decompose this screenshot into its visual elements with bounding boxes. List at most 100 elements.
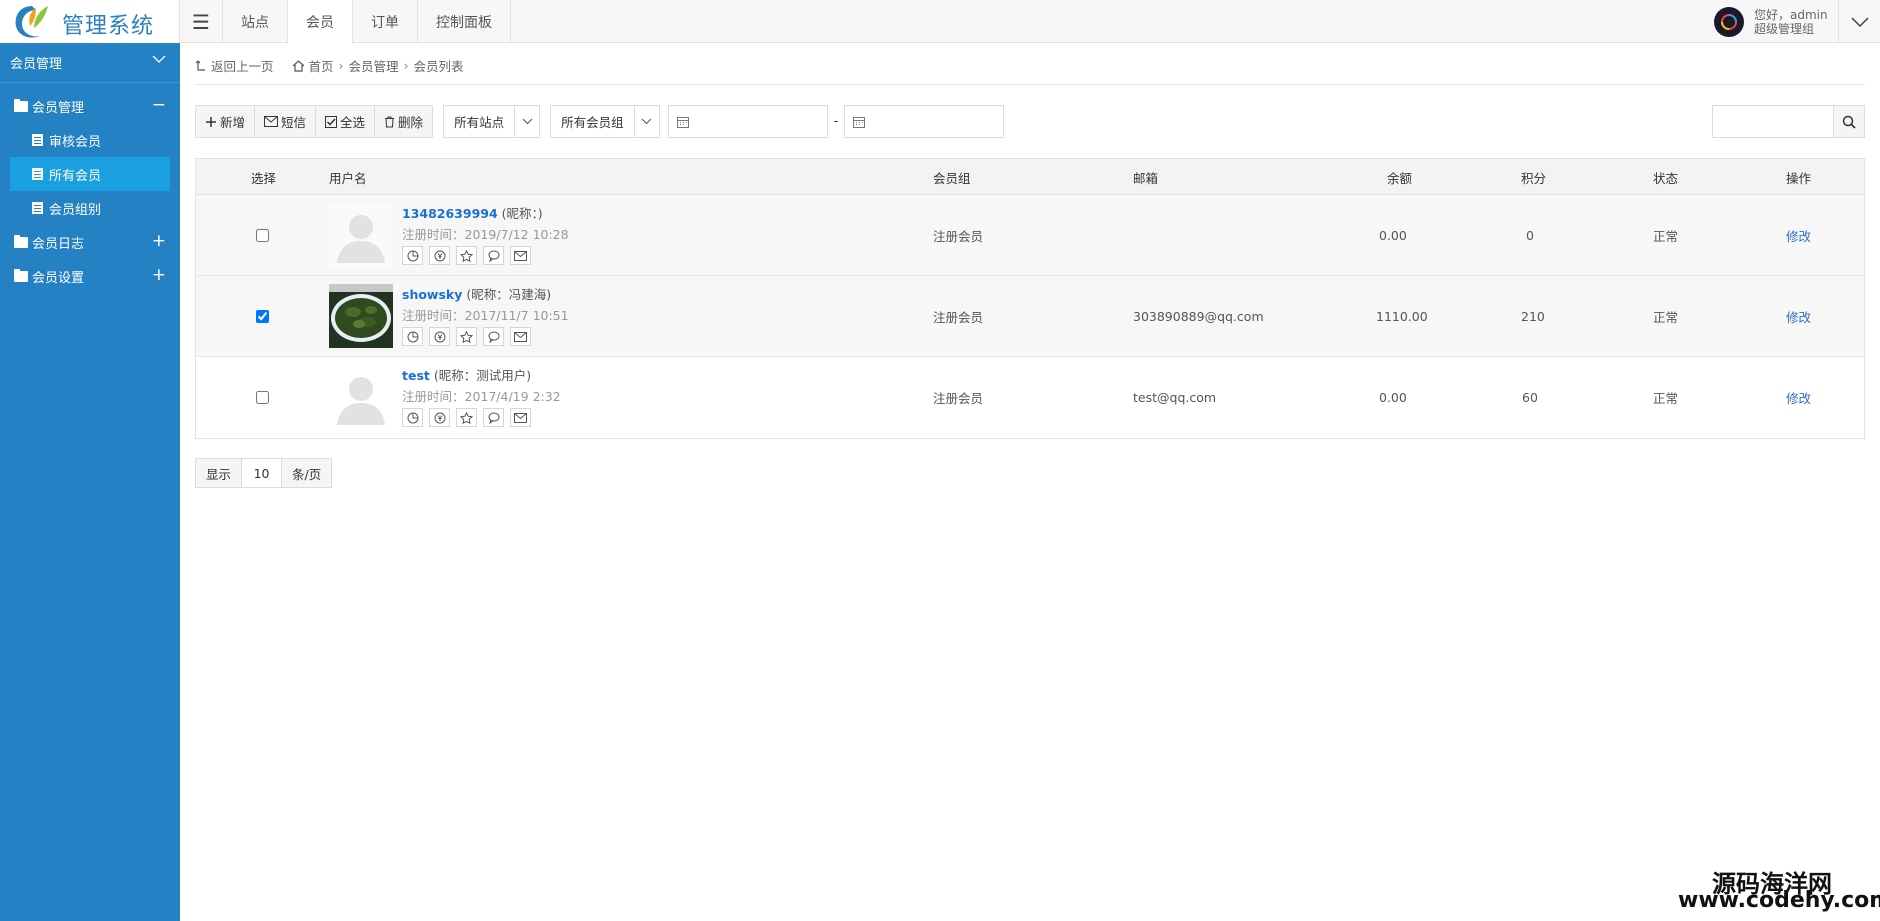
header-action: 操作 xyxy=(1786,170,1812,186)
search-button[interactable] xyxy=(1833,106,1864,137)
member-points: 60 xyxy=(1522,390,1538,405)
breadcrumb-separator: › xyxy=(338,58,344,73)
chart-icon[interactable] xyxy=(402,246,423,265)
user-avatar-photo xyxy=(329,284,393,348)
document-icon xyxy=(32,134,43,146)
member-balance: 0.00 xyxy=(1379,390,1407,405)
row-icon-actions xyxy=(402,246,537,265)
user-info[interactable]: 您好，admin 超级管理组 xyxy=(1714,5,1839,39)
row-icon-actions xyxy=(402,408,537,427)
username-link[interactable]: showsky xyxy=(402,287,462,302)
username-link[interactable]: 13482639994 xyxy=(402,206,498,221)
page-size-input[interactable]: 10 xyxy=(242,459,283,487)
user-role: 超级管理组 xyxy=(1754,22,1815,36)
mail-icon[interactable] xyxy=(510,246,531,265)
row-checkbox[interactable] xyxy=(256,309,269,323)
toolbar: 新增 短信 全选 删除 所有站点 所有会员组 - xyxy=(195,105,1005,138)
star-icon[interactable] xyxy=(456,408,477,427)
user-avatar-placeholder xyxy=(329,365,393,429)
register-time: 注册时间：2017/11/7 10:51 xyxy=(402,308,569,323)
header-group: 会员组 xyxy=(933,170,971,186)
member-email: 303890889@qq.com xyxy=(1133,308,1264,324)
comment-icon[interactable] xyxy=(483,408,504,427)
mail-icon[interactable] xyxy=(510,327,531,346)
chart-icon[interactable] xyxy=(402,408,423,427)
user-avatar-placeholder xyxy=(329,203,393,267)
sms-label: 短信 xyxy=(281,115,307,130)
start-date-input[interactable] xyxy=(667,105,828,138)
sidebar-header[interactable]: 会员管理 xyxy=(0,43,180,83)
sidebar-item-all-members[interactable]: 所有会员 xyxy=(10,157,170,191)
search-input[interactable] xyxy=(1713,106,1833,137)
search-box xyxy=(1712,105,1865,138)
page-size-control: 显示 10 条/页 xyxy=(195,458,333,488)
home-icon xyxy=(292,59,304,72)
nav-item-dashboard[interactable]: 控制面板 xyxy=(418,0,511,43)
search-icon xyxy=(1842,115,1856,129)
mail-icon[interactable] xyxy=(510,408,531,427)
group-filter-select[interactable]: 所有会员组 xyxy=(550,105,660,138)
member-status: 正常 xyxy=(1653,228,1679,244)
star-icon[interactable] xyxy=(456,327,477,346)
add-button[interactable]: 新增 xyxy=(196,106,256,137)
calendar-icon xyxy=(676,116,689,128)
chart-icon[interactable] xyxy=(402,327,423,346)
date-separator: - xyxy=(833,114,839,129)
collapse-icon[interactable]: − xyxy=(152,95,166,115)
sidebar-item-label: 审核会员 xyxy=(49,134,102,150)
member-balance: 1110.00 xyxy=(1376,308,1428,324)
header-email: 邮箱 xyxy=(1133,170,1159,186)
delete-label: 删除 xyxy=(398,115,424,130)
sidebar-group-member-manage[interactable]: 会员管理 − xyxy=(0,89,180,123)
comment-icon[interactable] xyxy=(483,327,504,346)
user-menu-chevron-icon[interactable] xyxy=(1838,0,1880,43)
breadcrumb-home[interactable]: 首页 xyxy=(309,56,334,75)
star-icon[interactable] xyxy=(456,246,477,265)
header-balance: 余额 xyxy=(1387,170,1413,186)
sidebar-group-member-settings[interactable]: 会员设置 + xyxy=(0,259,180,293)
sidebar-group-member-log[interactable]: 会员日志 + xyxy=(0,225,180,259)
sidebar-item-review-member[interactable]: 审核会员 xyxy=(0,123,180,157)
header-select: 选择 xyxy=(251,170,277,186)
member-balance: 0.00 xyxy=(1379,227,1407,243)
comment-icon[interactable] xyxy=(483,246,504,265)
member-email: test@qq.com xyxy=(1133,390,1217,405)
document-icon xyxy=(32,202,43,214)
currency-icon[interactable] xyxy=(429,408,450,427)
member-points: 0 xyxy=(1526,227,1534,243)
breadcrumb-section[interactable]: 会员管理 xyxy=(349,56,399,75)
row-checkbox[interactable] xyxy=(256,391,269,404)
avatar[interactable] xyxy=(1714,7,1744,37)
sidebar-item-label: 所有会员 xyxy=(49,168,102,184)
edit-link[interactable]: 修改 xyxy=(1786,195,1811,275)
app-title: 管理系统 xyxy=(62,14,155,39)
nav-item-order[interactable]: 订单 xyxy=(353,0,418,43)
username-link[interactable]: test xyxy=(402,368,430,383)
select-all-label: 全选 xyxy=(340,115,366,130)
edit-link[interactable]: 修改 xyxy=(1786,276,1811,356)
sidebar-item-member-groups[interactable]: 会员组别 xyxy=(0,191,180,225)
document-icon xyxy=(32,168,43,180)
currency-icon[interactable] xyxy=(429,327,450,346)
breadcrumb-separator: › xyxy=(403,58,409,73)
menu-toggle-icon[interactable]: ☰ xyxy=(180,0,223,43)
pager-unit-label: 条/页 xyxy=(282,459,332,487)
end-date-input[interactable] xyxy=(844,105,1005,138)
currency-icon[interactable] xyxy=(429,246,450,265)
delete-button[interactable]: 删除 xyxy=(375,106,433,137)
site-filter-select[interactable]: 所有站点 xyxy=(443,105,541,138)
nickname: (昵称：测试用户) xyxy=(433,368,532,383)
nav-item-member[interactable]: 会员 xyxy=(288,0,353,43)
folder-icon xyxy=(14,234,28,248)
sms-button[interactable]: 短信 xyxy=(255,106,317,137)
edit-link[interactable]: 修改 xyxy=(1786,357,1811,438)
breadcrumb: 返回上一页 首页 › 会员管理 › 会员列表 xyxy=(195,56,464,75)
logo[interactable]: 管理系统 xyxy=(0,0,180,43)
row-checkbox[interactable] xyxy=(256,228,269,242)
nav-item-site[interactable]: 站点 xyxy=(223,0,288,43)
back-link[interactable]: 返回上一页 xyxy=(211,56,274,75)
expand-icon[interactable]: + xyxy=(152,265,166,285)
expand-icon[interactable]: + xyxy=(152,231,166,251)
select-all-button[interactable]: 全选 xyxy=(316,106,376,137)
register-time: 注册时间：2017/4/19 2:32 xyxy=(402,389,561,404)
